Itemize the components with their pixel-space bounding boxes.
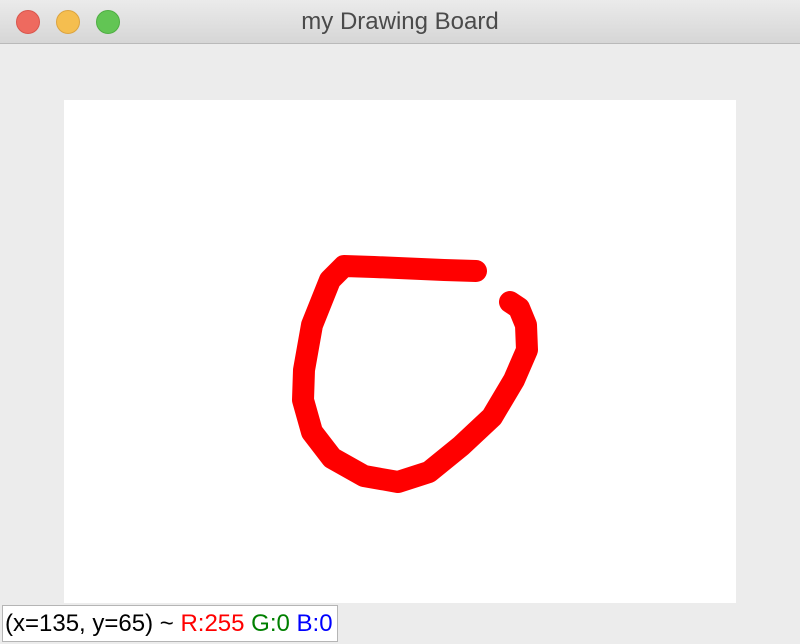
title-bar[interactable]: my Drawing Board xyxy=(0,0,800,44)
drawing-canvas[interactable] xyxy=(64,100,736,603)
app-window: my Drawing Board (x=135, y=65) ~ R:255 G… xyxy=(0,0,800,644)
window-title: my Drawing Board xyxy=(301,8,499,35)
drawing-surface xyxy=(292,255,538,493)
status-bar: (x=135, y=65) ~ R:255 G:0 B:0 xyxy=(2,605,338,642)
green-value: G:0 xyxy=(251,610,290,637)
blue-value: B:0 xyxy=(296,610,333,637)
red-brush-stroke xyxy=(292,255,538,493)
red-value: R:255 xyxy=(180,610,245,637)
cursor-coordinates: (x=135, y=65) ~ xyxy=(5,610,174,637)
